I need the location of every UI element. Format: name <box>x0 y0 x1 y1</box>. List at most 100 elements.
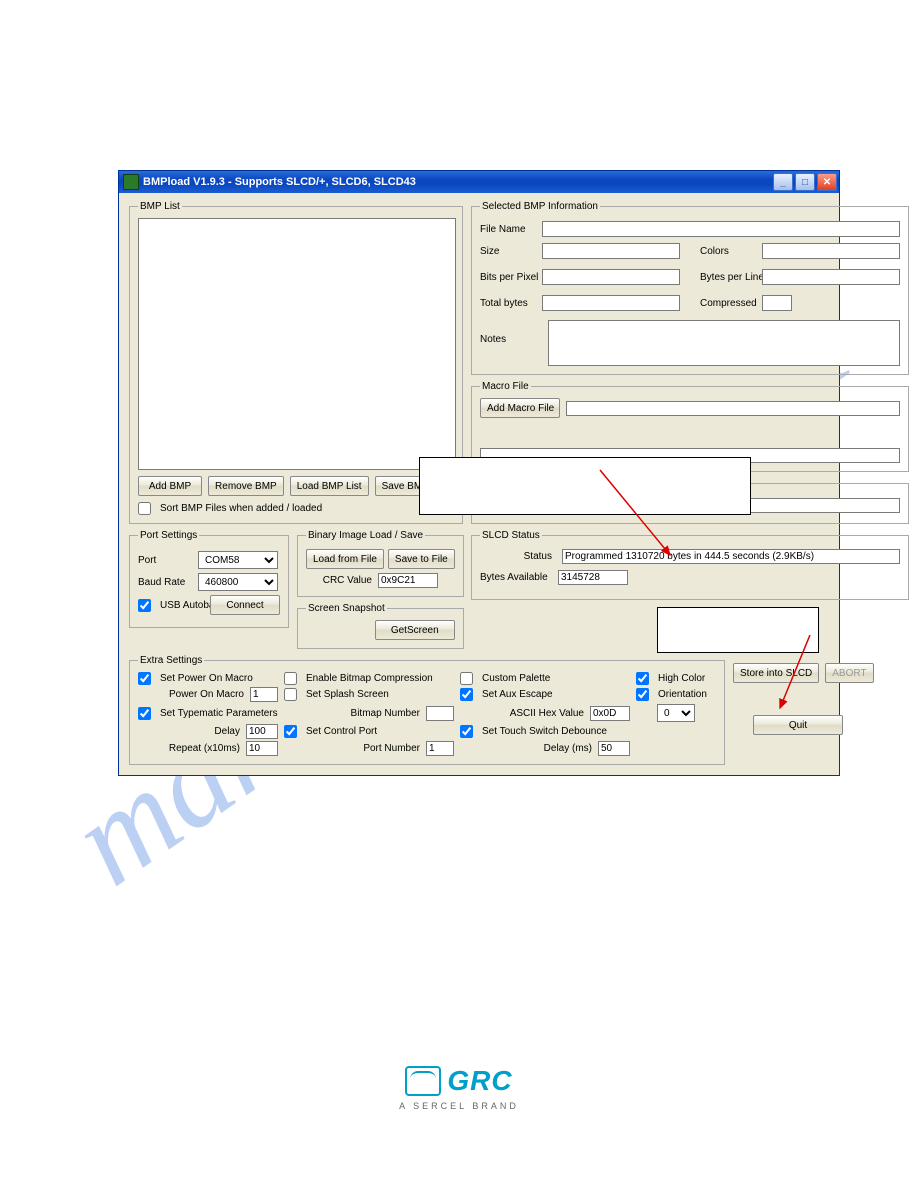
portnum-label: Port Number <box>363 743 420 754</box>
crc-label: CRC Value <box>323 575 372 586</box>
screen-snapshot-group: Screen Snapshot GetScreen <box>297 603 464 649</box>
ascii-input[interactable] <box>590 706 630 721</box>
baud-label: Baud Rate <box>138 577 192 588</box>
orientation-checkbox[interactable] <box>636 688 649 701</box>
load-from-file-button[interactable]: Load from File <box>306 549 384 569</box>
bpp-label: Bits per Pixel <box>480 272 542 283</box>
status-value <box>562 549 900 564</box>
port-settings-legend: Port Settings <box>138 530 199 541</box>
bmpnum-label: Bitmap Number <box>351 708 420 719</box>
bpp-value <box>542 269 680 285</box>
app-window: BMPload V1.9.3 - Supports SLCD/+, SLCD6,… <box>118 170 840 776</box>
store-slcd-button[interactable]: Store into SLCD <box>733 663 819 683</box>
annotation-box-1 <box>419 457 751 515</box>
slcd-status-legend: SLCD Status <box>480 530 542 541</box>
abort-button[interactable]: ABORT <box>825 663 873 683</box>
slcd-status-group: SLCD Status Status Bytes Available <box>471 530 909 600</box>
app-icon <box>123 174 139 190</box>
custom-palette-checkbox[interactable] <box>460 672 473 685</box>
repeat-input[interactable] <box>246 741 278 756</box>
set-aux-checkbox[interactable] <box>460 688 473 701</box>
bmp-listbox[interactable] <box>138 218 456 470</box>
port-select[interactable]: COM58 <box>198 551 278 569</box>
binary-image-legend: Binary Image Load / Save <box>306 530 425 541</box>
quit-button[interactable]: Quit <box>753 715 843 735</box>
size-label: Size <box>480 246 542 257</box>
compressed-label: Compressed <box>700 298 762 309</box>
high-color-checkbox[interactable] <box>636 672 649 685</box>
status-label: Status <box>480 551 552 562</box>
set-splash-checkbox[interactable] <box>284 688 297 701</box>
set-aux-label: Set Aux Escape <box>482 689 553 700</box>
delayms-input[interactable] <box>598 741 630 756</box>
enable-bmpcomp-checkbox[interactable] <box>284 672 297 685</box>
connect-button[interactable]: Connect <box>210 595 280 615</box>
bmpnum-input[interactable] <box>426 706 454 721</box>
set-ctrlport-checkbox[interactable] <box>284 725 297 738</box>
sort-bmp-checkbox[interactable] <box>138 502 151 515</box>
bytes-avail-label: Bytes Available <box>480 572 552 583</box>
window-title: BMPload V1.9.3 - Supports SLCD/+, SLCD6,… <box>143 176 773 188</box>
portnum-input[interactable] <box>426 741 454 756</box>
compressed-value <box>762 295 792 311</box>
orientation-label: Orientation <box>658 689 707 700</box>
delayms-label: Delay (ms) <box>544 743 592 754</box>
close-button[interactable]: ✕ <box>817 173 837 191</box>
set-pom-checkbox[interactable] <box>138 672 151 685</box>
screen-snapshot-legend: Screen Snapshot <box>306 603 387 614</box>
size-value <box>542 243 680 259</box>
remove-bmp-button[interactable]: Remove BMP <box>208 476 284 496</box>
annotation-box-2 <box>657 607 819 653</box>
notes-label: Notes <box>480 320 542 345</box>
sort-bmp-label: Sort BMP Files when added / loaded <box>160 503 322 514</box>
colors-value <box>762 243 900 259</box>
colors-label: Colors <box>700 246 762 257</box>
totalbytes-label: Total bytes <box>480 298 542 309</box>
getscreen-button[interactable]: GetScreen <box>375 620 455 640</box>
save-to-file-button[interactable]: Save to File <box>388 549 455 569</box>
set-splash-label: Set Splash Screen <box>306 689 389 700</box>
load-bmplist-button[interactable]: Load BMP List <box>290 476 369 496</box>
baud-select[interactable]: 460800 <box>198 573 278 591</box>
bytes-avail-value <box>558 570 628 585</box>
extra-settings-legend: Extra Settings <box>138 655 204 666</box>
set-touch-checkbox[interactable] <box>460 725 473 738</box>
binary-image-group: Binary Image Load / Save Load from File … <box>297 530 464 597</box>
set-typematic-label: Set Typematic Parameters <box>160 708 278 719</box>
bpl-value <box>762 269 900 285</box>
add-bmp-button[interactable]: Add BMP <box>138 476 202 496</box>
grc-logo-text: GRC <box>447 1065 512 1097</box>
logo-area: GRC A SERCEL BRAND <box>0 1065 918 1111</box>
maximize-button[interactable]: □ <box>795 173 815 191</box>
bpl-label: Bytes per Line <box>700 272 762 283</box>
crc-value <box>378 573 438 588</box>
repeat-label: Repeat (x10ms) <box>169 743 240 754</box>
set-typematic-checkbox[interactable] <box>138 707 151 720</box>
pom-input[interactable] <box>250 687 278 702</box>
port-label: Port <box>138 555 192 566</box>
titlebar[interactable]: BMPload V1.9.3 - Supports SLCD/+, SLCD6,… <box>119 171 839 193</box>
minimize-button[interactable]: _ <box>773 173 793 191</box>
set-ctrlport-label: Set Control Port <box>306 726 377 737</box>
grc-logo-icon <box>405 1066 441 1096</box>
filename-label: File Name <box>480 224 542 235</box>
set-touch-label: Set Touch Switch Debounce <box>482 726 607 737</box>
orientation-select[interactable]: 0 <box>657 704 695 722</box>
filename-value <box>542 221 900 237</box>
usb-autobaud-checkbox[interactable] <box>138 599 151 612</box>
ascii-label: ASCII Hex Value <box>510 708 584 719</box>
enable-bmpcomp-label: Enable Bitmap Compression <box>306 673 433 684</box>
notes-textarea[interactable] <box>548 320 900 366</box>
pom-label: Power On Macro <box>169 689 244 700</box>
usb-autobaud-label: USB Autobaud <box>160 600 204 611</box>
bmp-list-legend: BMP List <box>138 201 182 212</box>
delay-input[interactable] <box>246 724 278 739</box>
custom-palette-label: Custom Palette <box>482 673 550 684</box>
set-pom-label: Set Power On Macro <box>160 673 253 684</box>
port-settings-group: Port Settings Port COM58 Baud Rate 46080… <box>129 530 289 628</box>
macro-file-field <box>566 401 900 416</box>
extra-settings-group: Extra Settings Set Power On Macro Enable… <box>129 655 725 765</box>
bmp-list-group: BMP List Add BMP Remove BMP Load BMP Lis… <box>129 201 463 524</box>
add-macro-button[interactable]: Add Macro File <box>480 398 560 418</box>
grc-logo-subtitle: A SERCEL BRAND <box>0 1101 918 1111</box>
